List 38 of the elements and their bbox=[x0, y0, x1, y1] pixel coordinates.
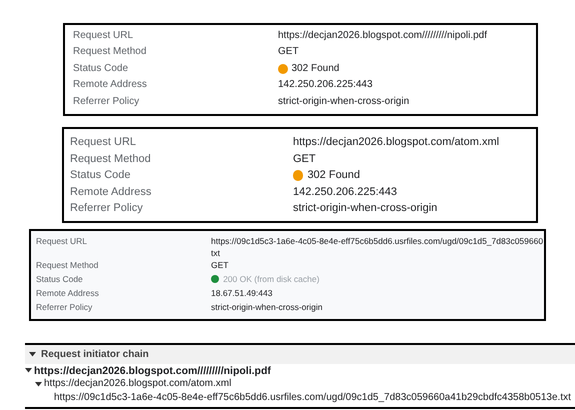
header-value: 142.250.206.225:443 bbox=[278, 80, 373, 90]
section-header[interactable]: Request initiator chain bbox=[25, 345, 575, 364]
header-value: https://decjan2026.blogspot.com/////////nipoli.pdf bbox=[278, 31, 488, 41]
header-value: 302 Found bbox=[292, 64, 340, 74]
header-value: 18.67.51.49:443 bbox=[211, 289, 272, 298]
header-value: 142.250.206.225:443 bbox=[293, 186, 397, 198]
header-name: Referrer Policy bbox=[73, 96, 140, 107]
header-name: Referrer Policy bbox=[70, 203, 144, 214]
header-value: 302 Found bbox=[307, 170, 360, 182]
header-value: GET bbox=[293, 154, 316, 165]
initiator-url[interactable]: https://09c1d5c3-1a6e-4c05-8e4e-eff75c6b5dd6.usrfiles.com/ugd/09c1d5_7d83c059660a41b29cbdfc4358b0513e.txt bbox=[54, 392, 571, 403]
header-value: 200 OK (from disk cache) bbox=[223, 275, 320, 284]
initiator-url[interactable]: https://decjan2026.blogspot.com/atom.xml bbox=[44, 379, 232, 390]
header-value: txt bbox=[211, 248, 221, 257]
header-name: Request URL bbox=[36, 237, 88, 246]
header-value: strict-origin-when-cross-origin bbox=[278, 96, 410, 107]
header-name: Request Method bbox=[36, 261, 100, 270]
header-value: https://decjan2026.blogspot.com/atom.xml bbox=[293, 137, 500, 148]
header-name: Status Code bbox=[73, 64, 130, 74]
header-name: Request URL bbox=[70, 137, 138, 148]
disclosure-triangle-icon[interactable] bbox=[25, 368, 32, 374]
header-name: Remote Address bbox=[73, 80, 148, 90]
header-name: Remote Address bbox=[36, 289, 100, 298]
initiator-url[interactable]: https://decjan2026.blogspot.com/////////nipoli.pdf bbox=[34, 366, 271, 376]
disclosure-triangle-icon[interactable] bbox=[35, 382, 42, 387]
header-name: Status Code bbox=[70, 170, 132, 182]
header-name: Status Code bbox=[36, 275, 84, 284]
header-value: GET bbox=[278, 47, 299, 58]
header-name: Remote Address bbox=[70, 186, 152, 198]
header-value: strict-origin-when-cross-origin bbox=[211, 303, 322, 312]
header-value: https://09c1d5c3-1a6e-4c05-8e4e-eff75c6b5dd6.usrfiles.com/ugd/09c1d5_7d83c059660 bbox=[211, 237, 544, 246]
header-value: strict-origin-when-cross-origin bbox=[293, 203, 438, 214]
disclosure-triangle-icon bbox=[29, 352, 36, 357]
header-name: Request URL bbox=[73, 31, 134, 41]
header-name: Referrer Policy bbox=[36, 303, 94, 312]
header-value: GET bbox=[211, 261, 228, 270]
header-name: Request Method bbox=[70, 154, 152, 165]
header-name: Request Method bbox=[73, 47, 148, 58]
